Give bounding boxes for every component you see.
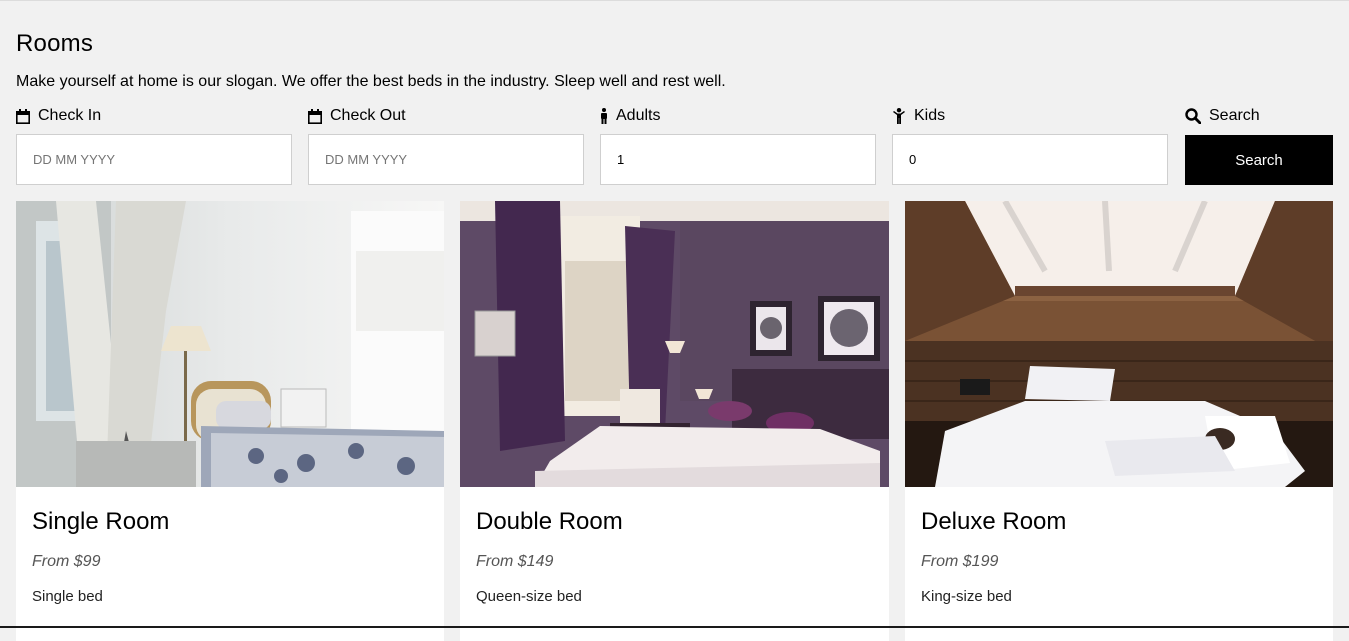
- check-out-field: Check Out: [308, 106, 584, 185]
- person-icon: [601, 108, 607, 124]
- room-bed: Queen-size bed: [476, 588, 582, 605]
- adults-input[interactable]: [600, 134, 876, 185]
- page-slogan: Make yourself at home is our slogan. We …: [16, 73, 726, 90]
- check-out-label: Check Out: [308, 106, 584, 126]
- room-price: From $149: [476, 553, 554, 570]
- search-button[interactable]: Search: [1185, 135, 1333, 185]
- calendar-icon: [308, 108, 322, 124]
- kids-field: Kids: [892, 106, 1168, 185]
- room-card-single[interactable]: Single Room From $99 Single bed: [16, 201, 444, 641]
- search-label: Search: [1185, 106, 1333, 126]
- page-title: Rooms: [16, 30, 94, 57]
- room-name: Single Room: [32, 508, 170, 535]
- calendar-icon: [16, 108, 30, 124]
- room-cards: Single Room From $99 Single bed Double R…: [16, 201, 1333, 641]
- check-in-label-text: Check In: [38, 107, 102, 124]
- kids-label-text: Kids: [914, 107, 946, 124]
- room-name: Deluxe Room: [921, 508, 1067, 535]
- room-photo: [905, 201, 1333, 487]
- room-price: From $199: [921, 553, 999, 570]
- check-in-input[interactable]: [16, 134, 292, 185]
- child-icon: [893, 108, 905, 124]
- room-bed: King-size bed: [921, 588, 1012, 605]
- check-in-field: Check In: [16, 106, 292, 185]
- room-name: Double Room: [476, 508, 623, 535]
- booking-filters: Check In Check Out: [16, 106, 1333, 186]
- kids-input[interactable]: [892, 134, 1168, 185]
- check-out-label-text: Check Out: [330, 107, 406, 124]
- check-in-label: Check In: [16, 106, 292, 126]
- search-label-text: Search: [1209, 107, 1260, 124]
- room-photo: [16, 201, 444, 487]
- room-price: From $99: [32, 553, 101, 570]
- top-border: [0, 0, 1349, 1]
- room-card-double[interactable]: Double Room From $149 Queen-size bed: [460, 201, 889, 641]
- check-out-input[interactable]: [308, 134, 584, 185]
- search-field: Search Search: [1185, 106, 1333, 185]
- adults-label: Adults: [600, 106, 876, 126]
- adults-label-text: Adults: [616, 107, 661, 124]
- room-photo: [460, 201, 889, 487]
- adults-field: Adults: [600, 106, 876, 185]
- search-icon: [1185, 108, 1201, 124]
- kids-label: Kids: [892, 106, 1168, 126]
- room-card-deluxe[interactable]: Deluxe Room From $199 King-size bed: [905, 201, 1333, 641]
- room-bed: Single bed: [32, 588, 103, 605]
